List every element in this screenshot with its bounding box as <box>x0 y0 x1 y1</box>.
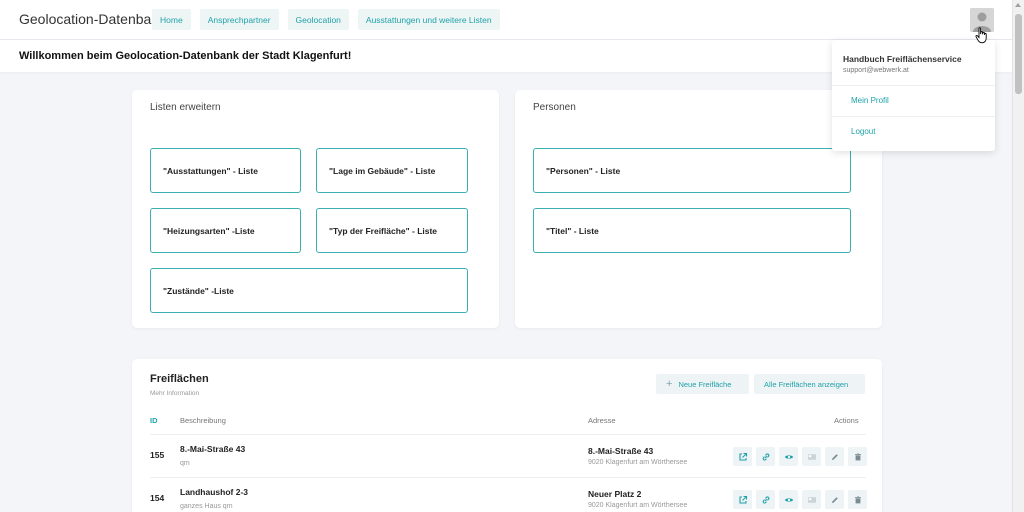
personen-list-button[interactable]: "Personen" - Liste <box>533 148 851 193</box>
external-link-action-button[interactable] <box>733 490 752 509</box>
menu-divider <box>832 116 995 117</box>
zustaende-list-button[interactable]: "Zustände" -Liste <box>150 268 468 313</box>
lage-list-button[interactable]: "Lage im Gebäude" - Liste <box>316 148 468 193</box>
plus-icon: + <box>666 378 673 390</box>
menu-divider <box>832 85 995 86</box>
new-freiflaeche-button[interactable]: + Neue Freifläche <box>656 374 749 394</box>
row-actions <box>733 447 867 466</box>
row-address: Neuer Platz 2 <box>588 489 642 499</box>
row-description-sub: qm <box>180 460 190 467</box>
row-address: 8.-Mai-Straße 43 <box>588 446 654 456</box>
nav-ansprechpartner[interactable]: Ansprechpartner <box>199 9 279 30</box>
external-link-icon <box>738 495 747 504</box>
row-description: 8.-Mai-Straße 43 <box>180 444 246 454</box>
external-link-action-button[interactable] <box>733 447 752 466</box>
all-freiflaechen-button[interactable]: Alle Freiflächen anzeigen <box>754 374 865 394</box>
row-id: 155 <box>150 450 165 460</box>
listen-card: Listen erweitern "Ausstattungen" - Liste… <box>132 90 499 328</box>
column-header-id[interactable]: ID <box>150 416 158 425</box>
trash-icon <box>854 495 861 503</box>
column-header-actions: Actions <box>834 416 859 425</box>
row-id: 154 <box>150 493 165 503</box>
eye-action-button[interactable] <box>779 447 798 466</box>
nav-geolocation[interactable]: Geolocation <box>287 9 349 30</box>
row-actions <box>733 490 867 509</box>
card-action-button[interactable] <box>802 490 821 509</box>
trash-icon <box>854 452 861 460</box>
column-header-beschreibung[interactable]: Beschreibung <box>180 416 226 425</box>
nav-home[interactable]: Home <box>152 9 191 30</box>
brand-title[interactable]: Geolocation-Datenbank <box>19 11 166 27</box>
personen-card: Personen "Personen" - Liste "Titel" - Li… <box>515 90 882 328</box>
freiflaechen-title: Freiflächen <box>150 373 209 385</box>
row-divider <box>150 434 866 435</box>
eye-action-button[interactable] <box>779 490 798 509</box>
link-icon <box>762 452 769 461</box>
trash-action-button[interactable] <box>848 490 867 509</box>
pencil-action-button[interactable] <box>825 490 844 509</box>
menu-item-profil[interactable]: Mein Profil <box>851 96 889 105</box>
freiflaechen-card: Freiflächen Mehr Information + Neue Frei… <box>132 359 882 512</box>
pencil-action-button[interactable] <box>825 447 844 466</box>
eye-icon <box>784 497 793 502</box>
column-header-adresse[interactable]: Adresse <box>588 416 616 425</box>
row-description: Landhaushof 2-3 <box>180 487 249 497</box>
card-icon <box>807 453 816 460</box>
pencil-icon <box>831 496 838 503</box>
hand-cursor-icon <box>975 27 987 44</box>
user-email: support@webwerk.at <box>843 67 909 74</box>
row-address-sub: 9020 Klagenfurt am Wörthersee <box>588 459 688 466</box>
listen-card-title: Listen erweitern <box>150 102 221 113</box>
scrollbar-thumb[interactable] <box>1015 14 1022 94</box>
link-action-button[interactable] <box>756 447 775 466</box>
ausstattungen-list-button[interactable]: "Ausstattungen" - Liste <box>150 148 301 193</box>
all-freiflaechen-label: Alle Freiflächen anzeigen <box>764 379 849 389</box>
eye-icon <box>784 454 793 459</box>
personen-card-title: Personen <box>533 102 576 113</box>
card-action-button[interactable] <box>802 447 821 466</box>
typ-list-button[interactable]: "Typ der Freifläche" - Liste <box>316 208 468 253</box>
nav-ausstattungen[interactable]: Ausstattungen und weitere Listen <box>357 9 500 30</box>
heizungsarten-list-button[interactable]: "Heizungsarten" -Liste <box>150 208 301 253</box>
link-icon <box>762 495 769 504</box>
menu-item-logout[interactable]: Logout <box>851 127 875 136</box>
trash-action-button[interactable] <box>848 447 867 466</box>
card-icon <box>807 496 816 503</box>
page-scrollbar[interactable] <box>1012 0 1024 512</box>
row-description-sub: ganzes Haus qm <box>180 503 233 510</box>
new-freiflaeche-label: Neue Freifläche <box>678 379 732 389</box>
user-name: Handbuch Freiflächenservice <box>843 54 962 64</box>
pencil-icon <box>831 453 838 460</box>
scroll-up-icon[interactable] <box>1015 3 1021 7</box>
row-address-sub: 9020 Klagenfurt am Wörthersee <box>588 502 688 509</box>
link-action-button[interactable] <box>756 490 775 509</box>
user-dropdown-menu: Handbuch Freiflächenservice support@webw… <box>832 40 995 151</box>
freiflaechen-subtitle: Mehr Information <box>150 390 200 397</box>
titel-list-button[interactable]: "Titel" - Liste <box>533 208 851 253</box>
top-navbar: Geolocation-Datenbank Home Ansprechpartn… <box>0 0 1012 40</box>
row-divider <box>150 477 866 478</box>
external-link-icon <box>738 452 747 461</box>
main-nav: Home Ansprechpartner Geolocation Ausstat… <box>152 9 500 30</box>
welcome-heading: Willkommen beim Geolocation-Datenbank de… <box>19 50 352 62</box>
